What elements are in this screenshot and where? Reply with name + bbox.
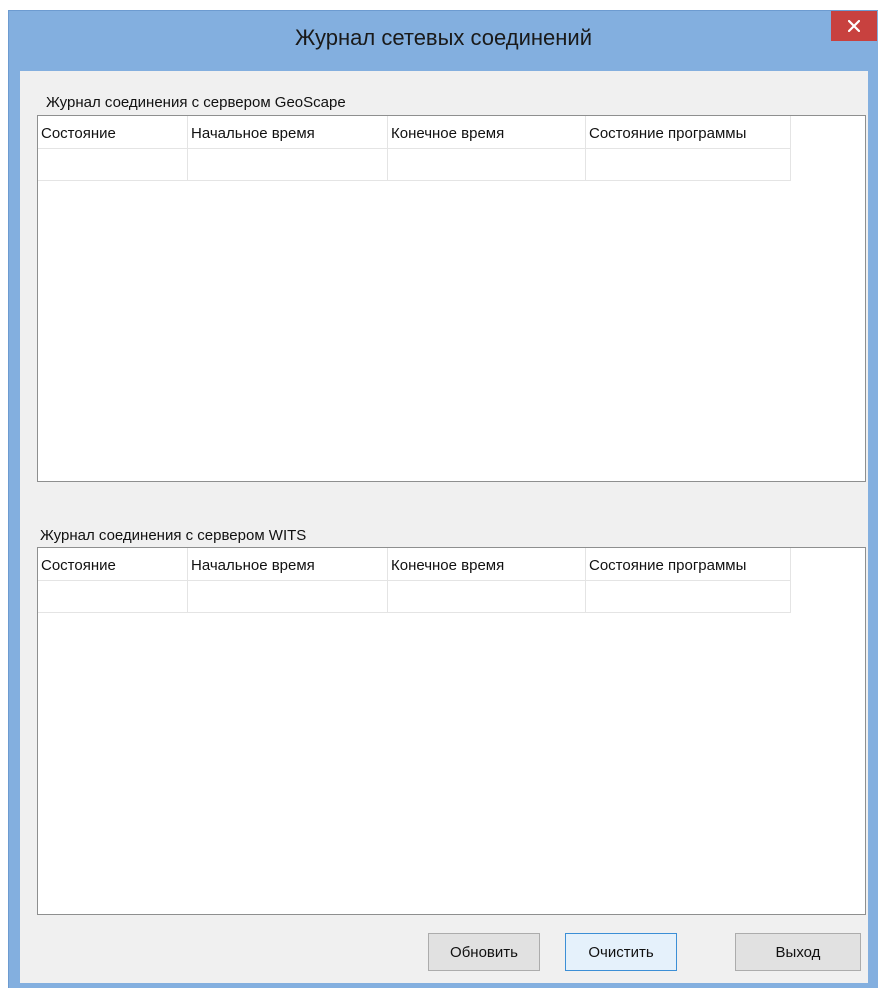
exit-button[interactable]: Выход bbox=[735, 933, 861, 971]
table-cell[interactable] bbox=[188, 581, 388, 613]
column-header-end-time[interactable]: Конечное время bbox=[388, 548, 586, 581]
table-cell[interactable] bbox=[388, 581, 586, 613]
column-header-start-time[interactable]: Начальное время bbox=[188, 548, 388, 581]
column-header-status[interactable]: Состояние bbox=[38, 116, 188, 149]
close-button[interactable] bbox=[831, 11, 877, 41]
geoscape-log-label: Журнал соединения с сервером GeoScape bbox=[46, 94, 346, 111]
column-header-start-time[interactable]: Начальное время bbox=[188, 116, 388, 149]
column-header-program-status[interactable]: Состояние программы bbox=[586, 116, 791, 149]
clear-button[interactable]: Очистить bbox=[565, 933, 677, 971]
title-bar[interactable]: Журнал сетевых соединений bbox=[9, 11, 878, 63]
table-cell[interactable] bbox=[586, 581, 791, 613]
wits-log-grid[interactable]: Состояние Начальное время Конечное время… bbox=[37, 547, 866, 915]
window-title: Журнал сетевых соединений bbox=[294, 25, 593, 50]
table-cell[interactable] bbox=[188, 149, 388, 181]
wits-log-label: Журнал соединения с сервером WITS bbox=[40, 527, 307, 544]
geoscape-grid-header: Состояние Начальное время Конечное время… bbox=[38, 116, 791, 149]
table-cell[interactable] bbox=[388, 149, 586, 181]
table-cell[interactable] bbox=[38, 149, 188, 181]
table-row[interactable] bbox=[38, 149, 791, 181]
table-cell[interactable] bbox=[586, 149, 791, 181]
network-log-window: Журнал сетевых соединений Журнал соедине… bbox=[8, 10, 878, 988]
table-cell[interactable] bbox=[38, 581, 188, 613]
table-row[interactable] bbox=[38, 581, 791, 613]
geoscape-log-grid[interactable]: Состояние Начальное время Конечное время… bbox=[37, 115, 866, 482]
column-header-status[interactable]: Состояние bbox=[38, 548, 188, 581]
refresh-button[interactable]: Обновить bbox=[428, 933, 540, 971]
close-icon bbox=[848, 20, 860, 32]
column-header-end-time[interactable]: Конечное время bbox=[388, 116, 586, 149]
wits-grid-header: Состояние Начальное время Конечное время… bbox=[38, 548, 791, 581]
column-header-program-status[interactable]: Состояние программы bbox=[586, 548, 791, 581]
client-area: Журнал соединения с сервером GeoScape Со… bbox=[20, 71, 868, 983]
